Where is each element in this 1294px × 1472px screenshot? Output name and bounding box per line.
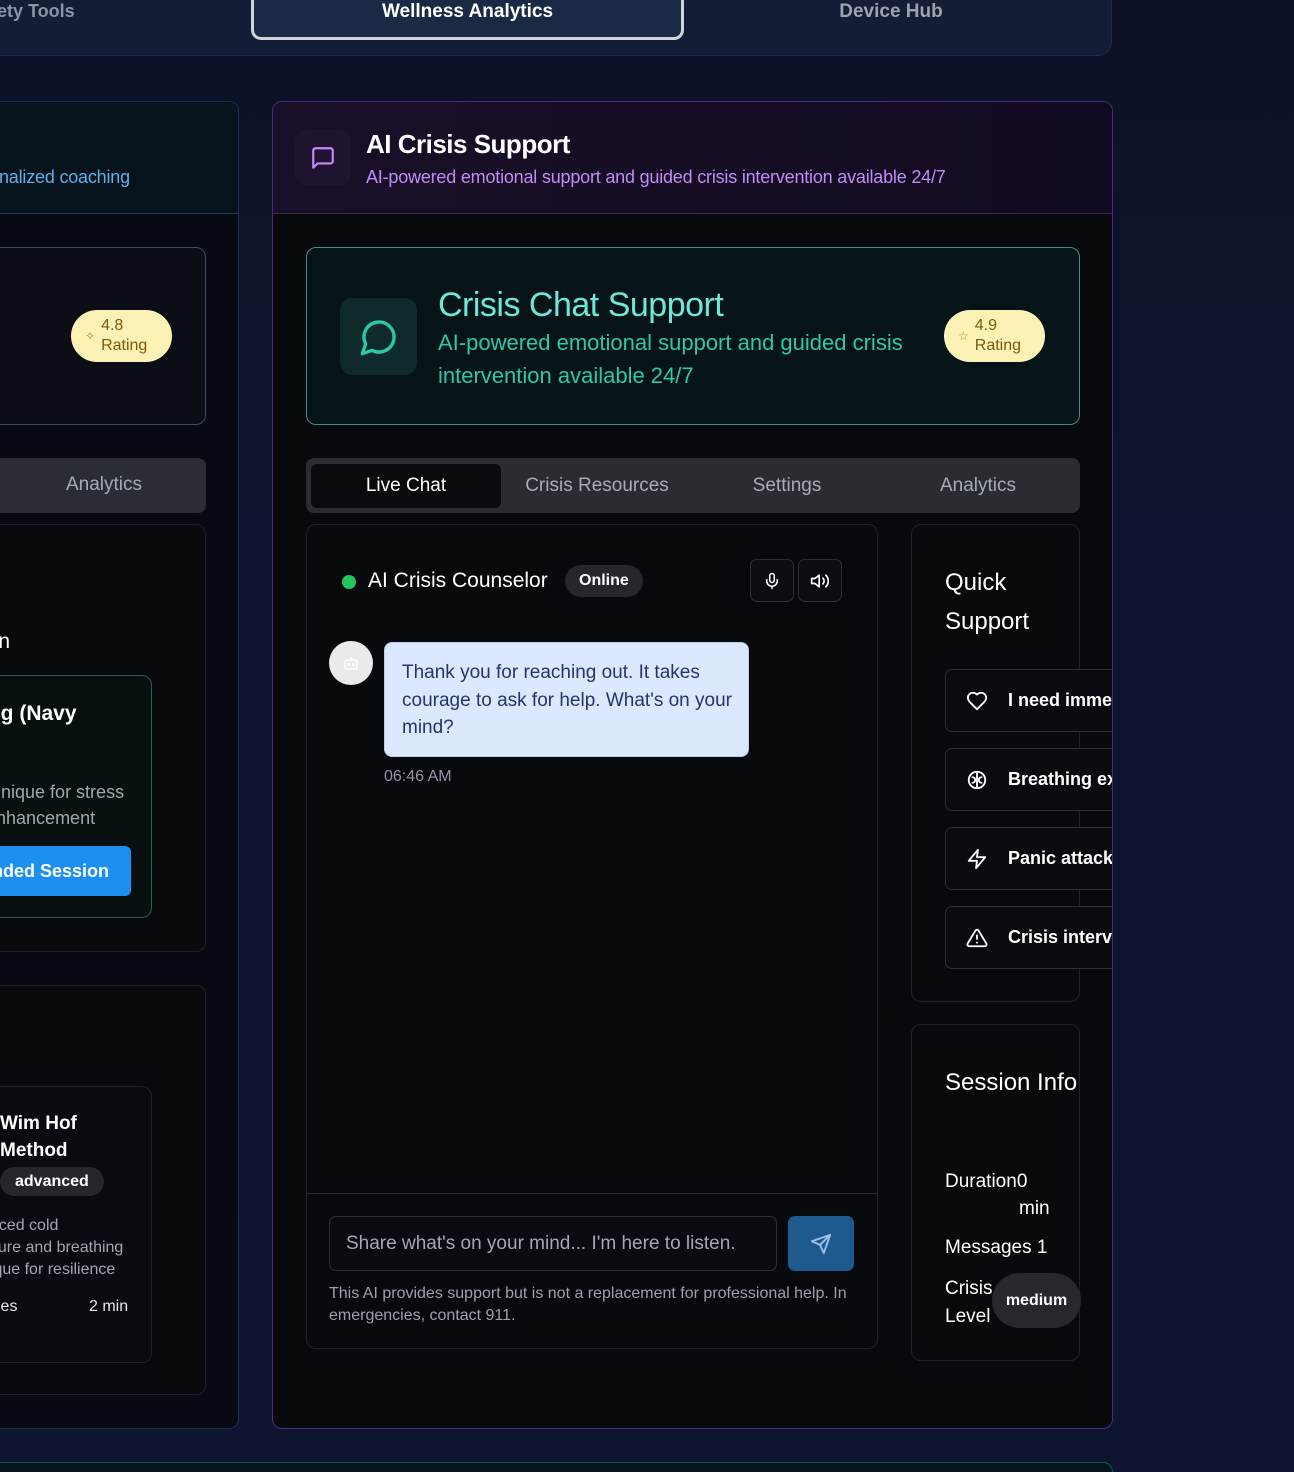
section-title: ion — [0, 630, 10, 654]
send-icon — [810, 1233, 832, 1254]
chat-panel: AI Crisis Counselor Online Thank you for… — [306, 524, 878, 1349]
card-title: AI Crisis Support — [366, 129, 570, 159]
counselor-name: AI Crisis Counselor — [368, 569, 548, 592]
quick-support-label: Breathing ex — [1008, 769, 1113, 789]
breathing-coach-card: nalized coaching : ✧ 4.8Rating Analytics… — [0, 101, 239, 1429]
zap-icon — [946, 848, 1008, 870]
rating-badge: ✧ 4.8 Rating — [71, 310, 172, 362]
quick-support-breathing[interactable]: Breathing ex — [945, 748, 1113, 811]
page-clip: afety Tools Wellness Analytics Device Hu… — [0, 0, 1113, 1472]
ai-crisis-support-card: AI Crisis Support AI-powered emotional s… — [272, 101, 1113, 1429]
technique-panel: ion ing (Navy chnique for stress enhance… — [0, 524, 206, 952]
feature-banner: : ✧ 4.8Rating — [0, 247, 206, 425]
tab-crisis-resources[interactable]: Crisis Resources — [502, 464, 692, 508]
bot-icon — [344, 656, 358, 670]
methods-panel: Wim Hof Method advanced anced cold osure… — [0, 985, 206, 1395]
method-title: Wim Hof Method — [0, 1113, 77, 1161]
volume-icon — [810, 573, 830, 588]
feature-description: AI-powered emotional support and guided … — [438, 330, 903, 388]
tab-analytics[interactable]: Analytics — [883, 464, 1073, 508]
crisis-level-badge: medium — [992, 1273, 1081, 1328]
session-info-title: Session Info — [945, 1069, 1078, 1096]
duration-value: 0 — [1016, 1171, 1028, 1192]
duration-label: Duration — [945, 1171, 1017, 1192]
messages-row: Messages 1 — [945, 1237, 1047, 1259]
heart-icon — [946, 690, 1008, 712]
mic-icon — [766, 572, 778, 589]
quick-support-panel: Quick Support I need imme Breathing ex P… — [911, 524, 1112, 1002]
message-timestamp: 06:46 AM — [384, 768, 452, 785]
crisis-level-label: Crisis Level — [945, 1278, 993, 1327]
technique-description: chnique for stress enhancement — [0, 782, 125, 828]
card-subtitle: nalized coaching — [0, 167, 130, 187]
speaker-button[interactable] — [798, 559, 842, 602]
rating-label: Rating — [974, 337, 1022, 354]
quick-support-label: I need imme — [1008, 690, 1113, 710]
message-square-icon — [295, 130, 351, 186]
ai-message-bubble: Thank you for reaching out. It takes cou… — [384, 642, 749, 757]
tab-analytics[interactable]: Analytics — [66, 474, 142, 496]
tab-device-hub[interactable]: Device Hub — [801, 1, 981, 49]
card-header: AI Crisis Support AI-powered emotional s… — [273, 102, 1112, 214]
bot-avatar — [329, 641, 373, 685]
tab-wellness-analytics[interactable]: Wellness Analytics — [251, 0, 684, 40]
rating-label: Rating — [101, 337, 148, 354]
technique-title: ing (Navy — [0, 702, 77, 725]
tab-settings[interactable]: Settings — [692, 464, 882, 508]
brain-icon — [946, 769, 1008, 791]
rating-badge: ☆ 4.9 Rating — [944, 310, 1045, 362]
top-navigation: afety Tools Wellness Analytics Device Hu… — [0, 0, 1112, 56]
alert-triangle-icon — [946, 927, 1008, 949]
quick-support-title: Quick Support — [945, 569, 1030, 635]
rating-value: 4.9 — [974, 317, 998, 334]
feature-title: Crisis Chat Support — [438, 286, 724, 324]
quick-support-crisis-intervention[interactable]: Crisis interve — [945, 906, 1113, 969]
duration-unit: min — [1019, 1198, 1050, 1219]
card-header: nalized coaching — [0, 102, 238, 214]
technique-card[interactable]: ing (Navy chnique for stress enhancement… — [0, 675, 152, 918]
duration-row: Duration0 — [945, 1171, 1027, 1193]
send-button[interactable] — [788, 1216, 854, 1271]
next-card-edge — [0, 1462, 1113, 1472]
quick-support-immediate-help[interactable]: I need imme — [945, 669, 1113, 732]
messages-label: Messages — [945, 1237, 1032, 1258]
message-circle-icon — [340, 298, 417, 375]
star-icon: ☆ — [958, 328, 969, 343]
method-card[interactable]: Wim Hof Method advanced anced cold osure… — [0, 1086, 152, 1363]
session-info-panel: Session Info Duration0 min Messages 1 Cr… — [911, 1024, 1081, 1361]
message-input[interactable]: Share what's on your mind... I'm here to… — [329, 1216, 777, 1271]
card-subtitle: AI-powered emotional support and guided … — [366, 167, 946, 187]
disclaimer-text: This AI provides support but is not a re… — [329, 1285, 847, 1324]
method-description: anced cold osure and breathing nique for… — [0, 1217, 124, 1278]
method-cycles: ycles — [0, 1298, 18, 1315]
start-session-button[interactable]: ended Session — [0, 846, 131, 896]
quick-support-label: Crisis interve — [1008, 927, 1113, 947]
quick-support-panic-attack[interactable]: Panic attack — [945, 827, 1113, 890]
online-status-dot — [342, 575, 356, 589]
quick-support-label: Panic attack — [1008, 848, 1113, 868]
messages-value: 1 — [1036, 1237, 1048, 1258]
sparkle-icon: ✧ — [85, 328, 96, 343]
feature-banner: Crisis Chat Support AI-powered emotional… — [306, 247, 1080, 425]
tab-bar: Analytics — [0, 458, 206, 513]
rating-value: 4.8 — [101, 317, 124, 334]
tab-bar: Live Chat Crisis Resources Settings Anal… — [306, 458, 1080, 513]
status-badge: Online — [565, 565, 643, 597]
divider — [307, 1193, 877, 1194]
tab-live-chat[interactable]: Live Chat — [311, 464, 501, 508]
level-badge: advanced — [0, 1167, 104, 1196]
microphone-button[interactable] — [750, 559, 794, 602]
method-duration: 2 min — [89, 1298, 129, 1315]
tab-safety-tools[interactable]: afety Tools — [0, 1, 101, 49]
